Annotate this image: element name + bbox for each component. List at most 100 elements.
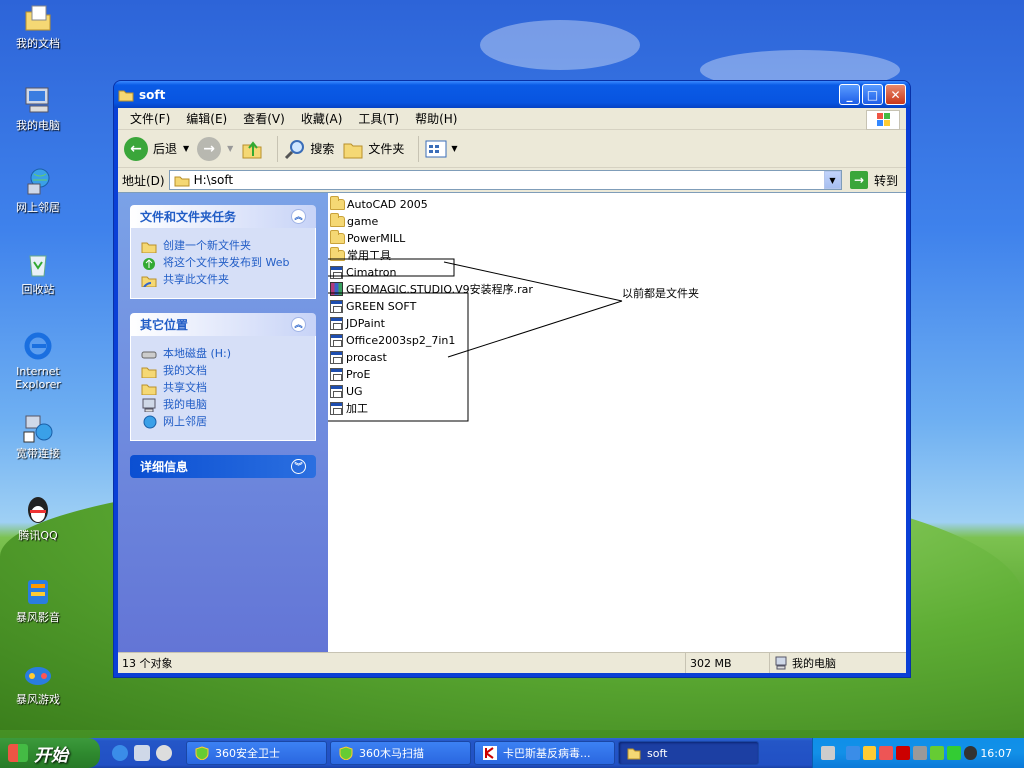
back-label: 后退: [153, 142, 178, 156]
up-folder-button[interactable]: [241, 138, 263, 160]
place-my-computer[interactable]: 我的电脑: [141, 398, 305, 412]
forward-button[interactable]: → ▼: [197, 136, 233, 161]
expand-chevron-icon[interactable]: ︾: [291, 459, 306, 474]
desktop-icon-label: 我的文档: [16, 37, 60, 50]
desktop-icon-baofeng-player[interactable]: 暴风影音: [6, 576, 70, 624]
desktop-icon-label: 回收站: [21, 283, 55, 296]
window-body: 文件和文件夹任务 ︽ 创建一个新文件夹 将这个文件夹发布到 Web 共享此文件夹…: [118, 192, 906, 652]
keyboard-icon[interactable]: [821, 746, 835, 760]
shield-icon: [339, 746, 353, 760]
address-bar: 地址(D) H:\soft ▼ → 转到: [118, 168, 906, 192]
cloud: [480, 20, 640, 70]
my-documents-icon: [141, 367, 157, 378]
publish-web-icon: [143, 258, 155, 270]
recycle-bin-icon: [22, 248, 54, 280]
network-icon[interactable]: [845, 746, 860, 760]
my-documents-icon: [22, 2, 54, 34]
menu-view[interactable]: 查看(V): [235, 108, 293, 129]
places-panel: 其它位置 ︽ 本地磁盘 (H:) 我的文档 共享文档 我的电脑 网上邻居: [130, 313, 316, 441]
safely-remove-icon[interactable]: [913, 746, 927, 760]
kaspersky-icon[interactable]: [896, 746, 911, 760]
menu-tools[interactable]: 工具(T): [350, 108, 407, 129]
place-network[interactable]: 网上邻居: [141, 415, 305, 429]
360-tray-icon[interactable]: [929, 746, 944, 760]
baofeng-player-icon: [22, 576, 54, 608]
menu-file[interactable]: 文件(F): [122, 108, 178, 129]
place-label: 我的电脑: [163, 398, 207, 411]
shield-icon[interactable]: [946, 746, 961, 760]
qq-icon: [22, 494, 54, 526]
taskbar-item-kaspersky[interactable]: 卡巴斯基反病毒...: [474, 741, 615, 765]
hard-drive-icon: [141, 351, 157, 359]
menu-help[interactable]: 帮助(H): [407, 108, 465, 129]
forward-arrow-icon: →: [197, 136, 222, 161]
task-share-folder[interactable]: 共享此文件夹: [141, 273, 305, 287]
address-input[interactable]: H:\soft ▼: [168, 170, 842, 190]
quick-launch: [112, 745, 186, 761]
status-location-label: 我的电脑: [792, 657, 836, 670]
share-folder-icon: [141, 276, 157, 287]
baofeng-games-icon: [22, 658, 54, 690]
desktop-icon-label: 暴风影音: [16, 611, 60, 624]
collapse-chevron-icon[interactable]: ︽: [291, 209, 306, 224]
go-button[interactable]: → 转到: [849, 171, 898, 189]
title-bar[interactable]: soft _ □ ✕: [114, 81, 910, 108]
close-button[interactable]: ✕: [885, 84, 906, 105]
qq-tray-icon[interactable]: [862, 746, 877, 760]
go-arrow-icon: →: [849, 171, 868, 189]
collapse-chevron-icon[interactable]: ︽: [291, 317, 306, 332]
maximize-button[interactable]: □: [862, 84, 883, 105]
internet-explorer-icon[interactable]: [112, 745, 128, 761]
media-player-icon[interactable]: [156, 745, 172, 761]
place-my-documents[interactable]: 我的文档: [141, 364, 305, 378]
tasks-panel-header[interactable]: 文件和文件夹任务 ︽: [130, 205, 316, 228]
task-new-folder[interactable]: 创建一个新文件夹: [141, 239, 305, 253]
player-tray-icon[interactable]: [963, 746, 978, 760]
place-label: 本地磁盘 (H:): [163, 347, 232, 360]
taskbar-item-soft[interactable]: soft: [618, 741, 759, 765]
places-panel-header[interactable]: 其它位置 ︽: [130, 313, 316, 336]
annotation-box: [328, 258, 455, 277]
address-label: 地址(D): [122, 173, 165, 188]
folders-button[interactable]: 文件夹: [342, 138, 404, 160]
folder-icon: [118, 90, 134, 101]
task-publish-web[interactable]: 将这个文件夹发布到 Web: [141, 256, 305, 270]
address-dropdown-icon[interactable]: ▼: [823, 171, 841, 189]
place-label: 我的文档: [163, 364, 207, 377]
back-button[interactable]: ← 后退 ▼: [124, 136, 189, 161]
speaker-icon[interactable]: [879, 746, 894, 760]
network-places-icon: [143, 415, 157, 429]
desktop-icon-recycle-bin[interactable]: 回收站: [6, 248, 70, 296]
desktop-icon-broadband[interactable]: 宽带连接: [6, 412, 70, 460]
menu-edit[interactable]: 编辑(E): [178, 108, 235, 129]
place-shared-documents[interactable]: 共享文档: [141, 381, 305, 395]
search-button[interactable]: 搜索: [284, 138, 334, 160]
network-places-icon: [22, 166, 54, 198]
desktop-icon-network[interactable]: 网上邻居: [6, 166, 70, 214]
desktop-icon-my-computer[interactable]: 我的电脑: [6, 84, 70, 132]
task-label: 共享此文件夹: [163, 273, 229, 286]
status-bar: 13 个对象 302 MB 我的电脑: [118, 652, 906, 673]
desktop-icon-qq[interactable]: 腾讯QQ: [6, 494, 70, 542]
desktop-icon-ie[interactable]: Internet Explorer: [6, 330, 70, 391]
minimize-button[interactable]: _: [839, 84, 860, 105]
broadband-connection-icon: [22, 412, 54, 444]
menu-favorites[interactable]: 收藏(A): [293, 108, 351, 129]
taskbar-item-360-trojan-scan[interactable]: 360木马扫描: [330, 741, 471, 765]
desktop-icon-label: 腾讯QQ: [18, 529, 58, 542]
start-button[interactable]: 开始: [0, 738, 100, 768]
show-desktop-icon[interactable]: [134, 745, 150, 761]
desktop-icon-baofeng-games[interactable]: 暴风游戏: [6, 658, 70, 706]
clock[interactable]: 16:07: [980, 747, 1012, 760]
place-local-disk[interactable]: 本地磁盘 (H:): [141, 347, 305, 361]
up-folder-icon: [242, 140, 262, 158]
desktop-icon-my-documents[interactable]: 我的文档: [6, 2, 70, 50]
task-pane: 文件和文件夹任务 ︽ 创建一个新文件夹 将这个文件夹发布到 Web 共享此文件夹…: [118, 193, 328, 652]
annotation-line: [447, 300, 623, 358]
status-count: 13 个对象: [118, 653, 686, 673]
views-button[interactable]: ▼: [425, 139, 458, 159]
desktop-icon-label: 宽带连接: [16, 447, 60, 460]
taskbar-item-360-safe[interactable]: 360安全卫士: [186, 741, 327, 765]
desktop-icon-label: Internet Explorer: [15, 365, 61, 391]
details-panel-header[interactable]: 详细信息 ︾: [130, 455, 316, 478]
